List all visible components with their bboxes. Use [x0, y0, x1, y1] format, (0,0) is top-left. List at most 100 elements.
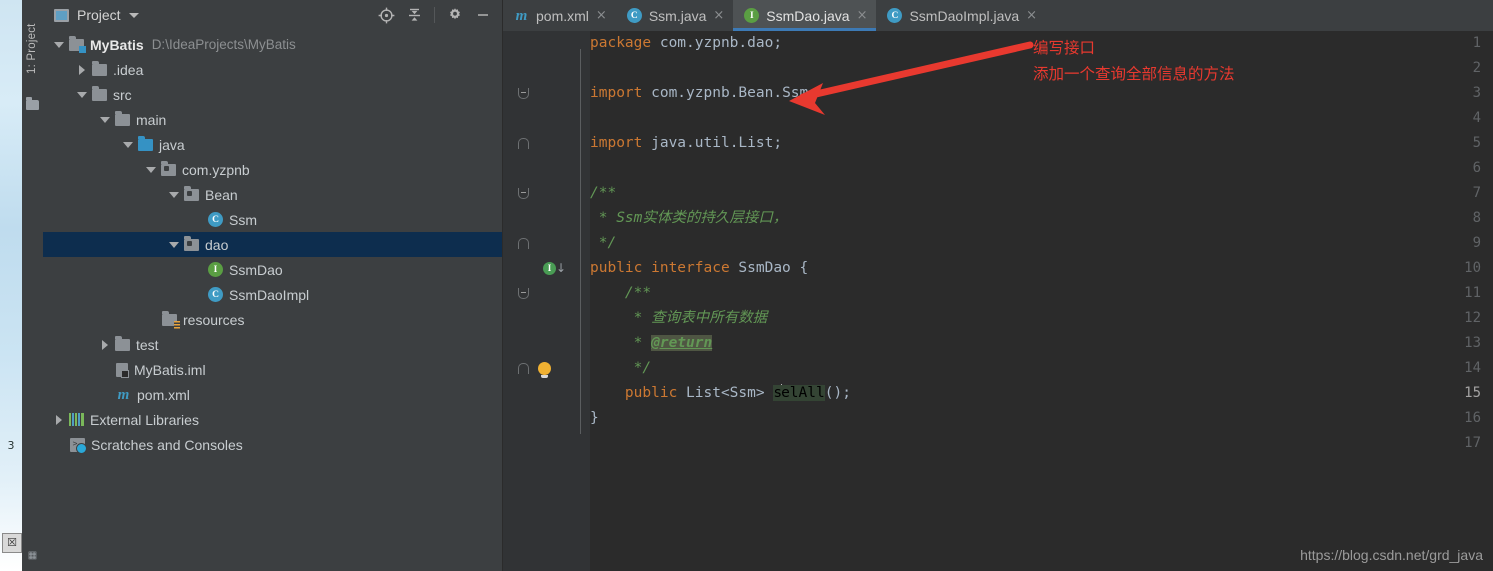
code-token: List<Ssm> — [686, 385, 774, 401]
twisty-expanded-icon[interactable] — [54, 41, 64, 48]
fold-gutter[interactable] — [571, 31, 590, 571]
libraries-icon — [69, 413, 84, 426]
code-token: /** — [590, 185, 617, 201]
code-token: * 查询表中所有数据 — [590, 310, 768, 326]
source-folder-icon — [138, 138, 153, 151]
desktop-background: 3 ☒ — [0, 0, 22, 571]
maven-file-icon: m — [515, 7, 528, 24]
resource-folder-icon — [162, 313, 177, 326]
close-icon[interactable]: × — [596, 9, 607, 22]
tree-node-ssmdao[interactable]: I SsmDao — [43, 257, 502, 282]
code-token: import — [590, 135, 643, 151]
twisty-expanded-icon[interactable] — [169, 191, 179, 198]
tree-node-external-libraries[interactable]: External Libraries — [43, 407, 502, 432]
tree-node-bean[interactable]: Bean — [43, 182, 502, 207]
fold-expanded-icon[interactable] — [518, 188, 529, 199]
tree-node-dao[interactable]: dao — [43, 232, 502, 257]
code-line[interactable]: 17 — [590, 431, 1493, 456]
code-line[interactable]: 7 /** — [518, 181, 1493, 206]
code-line[interactable]: 5 import java.util.List; — [518, 131, 1493, 156]
tree-node-java[interactable]: java — [43, 132, 502, 157]
line-number: 14 — [1464, 360, 1481, 376]
close-icon[interactable]: × — [857, 9, 868, 22]
close-icon[interactable]: × — [713, 9, 724, 22]
locate-icon[interactable] — [375, 4, 397, 26]
fold-expanded-icon[interactable] — [518, 88, 529, 99]
code-text[interactable]: 1 package com.yzpnb.dao; 2 3 import com.yzpn… — [518, 31, 1493, 571]
code-area[interactable]: 1 package com.yzpnb.dao; 2 3 import com.yzpn… — [503, 31, 1493, 571]
tree-node-label: MyBatis.iml — [134, 361, 206, 378]
tree-node-resources[interactable]: resources — [43, 307, 502, 332]
tree-node-test[interactable]: test — [43, 332, 502, 357]
scratches-icon: >_ — [70, 437, 87, 454]
line-number: 8 — [1472, 210, 1481, 226]
editor-tab-ssmdaoimpl-java[interactable]: C SsmDaoImpl.java × — [876, 0, 1046, 31]
folder-icon — [92, 63, 107, 76]
fold-collapse-icon[interactable] — [518, 138, 529, 149]
code-token: */ — [590, 360, 652, 376]
code-line[interactable]: 8 * Ssm实体类的持久层接口， — [590, 206, 1493, 231]
twisty-expanded-icon[interactable] — [100, 116, 110, 123]
structure-icon[interactable]: ▦ — [26, 550, 39, 563]
code-token: elAll — [781, 385, 825, 401]
partial-desktop-icon-bottom[interactable]: ☒ — [2, 533, 22, 553]
tree-node-src[interactable]: src — [43, 82, 502, 107]
twisty-expanded-icon[interactable] — [123, 141, 133, 148]
tree-node-label: com.yzpnb — [182, 161, 250, 178]
line-number: 6 — [1472, 160, 1481, 176]
tree-node-ssm[interactable]: C Ssm — [43, 207, 502, 232]
tree-node-main[interactable]: main — [43, 107, 502, 132]
left-toolwindow-strip: 1: Project ▦ — [22, 0, 44, 571]
tree-node-scratches-and-consoles[interactable]: >_ Scratches and Consoles — [43, 432, 502, 457]
toolwindow-tab-project[interactable]: 1: Project — [22, 6, 43, 92]
code-line[interactable]: 10 I ↓ public interface SsmDao { — [543, 256, 1493, 281]
minimize-icon[interactable] — [472, 4, 494, 26]
fold-collapse-icon[interactable] — [518, 363, 529, 374]
tree-node-mybatis[interactable]: MyBatis D:\IdeaProjects\MyBatis — [43, 32, 502, 57]
tree-node-pom-xml[interactable]: m pom.xml — [43, 382, 502, 407]
editor-tab-pom-xml[interactable]: m pom.xml × — [503, 0, 616, 31]
tree-node--idea[interactable]: .idea — [43, 57, 502, 82]
code-line[interactable]: 14 */ — [518, 356, 1493, 381]
twisty-collapsed-icon[interactable] — [79, 64, 85, 75]
line-number: 10 — [1464, 260, 1481, 276]
code-line[interactable]: 4 — [590, 106, 1493, 131]
fold-collapse-icon[interactable] — [518, 238, 529, 249]
tree-node-com-yzpnb[interactable]: com.yzpnb — [43, 157, 502, 182]
line-number: 4 — [1472, 110, 1481, 126]
fold-expanded-icon[interactable] — [518, 288, 529, 299]
close-icon[interactable]: × — [1026, 9, 1037, 22]
code-line[interactable]: 15 public List<Ssm> selAll(); — [590, 381, 1493, 406]
twisty-expanded-icon[interactable] — [169, 241, 179, 248]
tree-node-label: SsmDao — [229, 261, 283, 278]
project-view-icon — [54, 8, 69, 22]
code-token: public interface — [590, 260, 739, 276]
line-number-gutter[interactable] — [503, 31, 571, 571]
twisty-collapsed-icon[interactable] — [56, 414, 62, 425]
twisty-expanded-icon[interactable] — [77, 91, 87, 98]
code-line[interactable]: 13 * @return — [590, 331, 1493, 356]
code-line[interactable]: 12 * 查询表中所有数据 — [590, 306, 1493, 331]
code-token: com.yzpnb.Bean.Ssm; — [642, 85, 817, 101]
folder-icon[interactable] — [26, 97, 39, 110]
tree-node-label: Ssm — [229, 211, 257, 228]
partial-desktop-icon-top[interactable]: 3 — [2, 437, 20, 455]
code-line[interactable]: 9 */ — [518, 231, 1493, 256]
folder-icon — [115, 113, 130, 126]
code-line[interactable]: 11 /** — [518, 281, 1493, 306]
intention-bulb-icon[interactable] — [538, 362, 551, 378]
collapse-all-icon[interactable] — [403, 4, 425, 26]
gear-icon[interactable] — [444, 4, 466, 26]
implemented-by-icon[interactable]: I — [543, 262, 556, 275]
tree-node-mybatis-iml[interactable]: MyBatis.iml — [43, 357, 502, 382]
code-line[interactable]: 6 — [590, 156, 1493, 181]
editor-tab-ssm-java[interactable]: C Ssm.java × — [616, 0, 733, 31]
twisty-collapsed-icon[interactable] — [102, 339, 108, 350]
chevron-down-icon[interactable] — [128, 12, 139, 18]
code-line[interactable]: 16} — [590, 406, 1493, 431]
tree-node-label: resources — [183, 311, 245, 328]
twisty-expanded-icon[interactable] — [146, 166, 156, 173]
tree-node-ssmdaoimpl[interactable]: C SsmDaoImpl — [43, 282, 502, 307]
editor-tab-ssmdao-java[interactable]: I SsmDao.java × — [733, 0, 877, 31]
line-number: 2 — [1472, 60, 1481, 76]
